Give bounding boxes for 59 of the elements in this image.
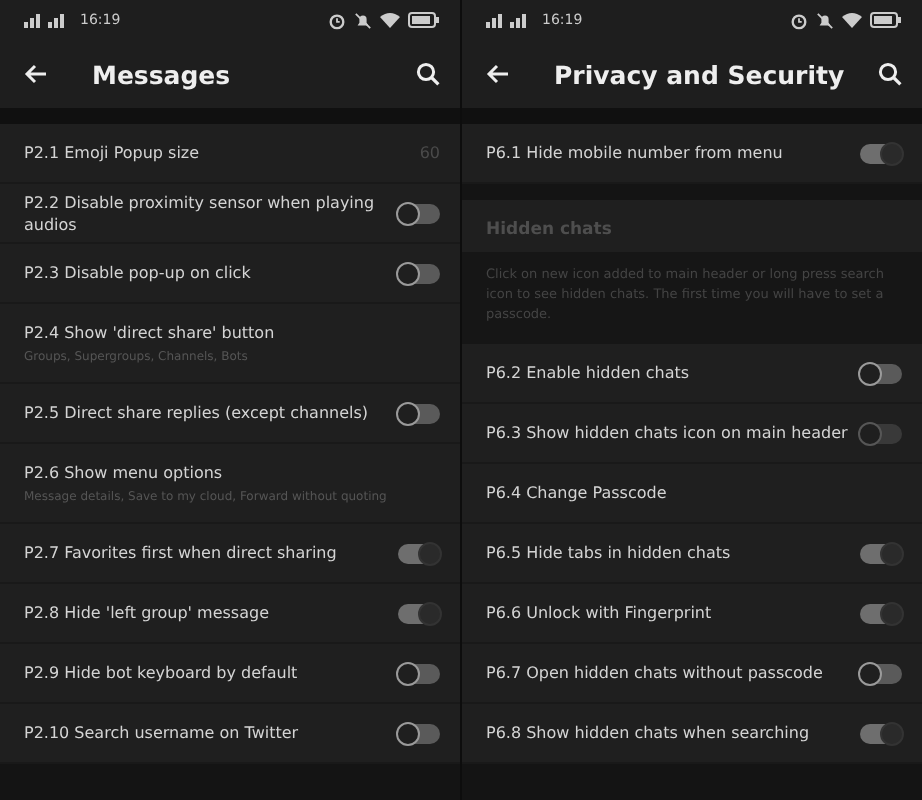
wifi-icon (842, 12, 862, 28)
setting-label: P6.2 Enable hidden chats (486, 362, 692, 384)
setting-label: P2.2 Disable proximity sensor when playing audios (24, 191, 377, 235)
search-icon[interactable] (878, 62, 902, 86)
settings-row[interactable]: P2.2 Disable proximity sensor when playing audios (0, 184, 460, 244)
toggle-switch[interactable] (860, 723, 902, 743)
mute-bell-icon (354, 11, 372, 29)
toggle-switch[interactable] (860, 143, 902, 163)
setting-label: P2.9 Hide bot keyboard by default (24, 662, 300, 684)
toggle-switch[interactable] (398, 723, 440, 743)
setting-label: P6.8 Show hidden chats when searching (486, 722, 812, 744)
search-icon[interactable] (416, 62, 440, 86)
back-arrow-icon[interactable] (486, 64, 510, 84)
setting-label: P6.1 Hide mobile number from menu (486, 142, 785, 164)
setting-label: P2.6 Show menu options (24, 462, 225, 484)
setting-label: P2.8 Hide 'left group' message (24, 602, 271, 624)
toggle-switch[interactable] (860, 663, 902, 683)
settings-row[interactable]: P6.8 Show hidden chats when searching (462, 704, 922, 764)
settings-row[interactable]: P6.4 Change Passcode (462, 464, 922, 524)
toggle-switch[interactable] (860, 603, 902, 623)
battery-icon (408, 12, 440, 28)
wifi-icon (380, 12, 400, 28)
setting-label: P6.5 Hide tabs in hidden chats (486, 542, 733, 564)
toggle-switch[interactable] (860, 543, 902, 563)
alarm-icon (790, 11, 808, 29)
toggle-switch[interactable] (398, 203, 440, 223)
setting-label: P6.4 Change Passcode (486, 482, 669, 504)
toggle-switch[interactable] (398, 603, 440, 623)
setting-label: P6.6 Unlock with Fingerprint (486, 602, 714, 624)
settings-row[interactable]: P2.5 Direct share replies (except channels) (0, 384, 460, 444)
settings-row[interactable]: P2.10 Search username on Twitter (0, 704, 460, 764)
settings-row[interactable]: P6.2 Enable hidden chats (462, 344, 922, 404)
alarm-icon (328, 11, 346, 29)
screen-title: Privacy and Security (554, 59, 847, 89)
settings-row[interactable]: P2.8 Hide 'left group' message (0, 584, 460, 644)
mute-bell-icon (816, 11, 834, 29)
setting-label: P6.7 Open hidden chats without passcode (486, 662, 825, 684)
settings-row[interactable]: P6.6 Unlock with Fingerprint (462, 584, 922, 644)
setting-label: P2.10 Search username on Twitter (24, 722, 301, 744)
settings-row[interactable]: P6.1 Hide mobile number from menu (462, 124, 922, 184)
setting-label: P2.1 Emoji Popup size (24, 142, 202, 164)
toggle-switch[interactable] (398, 403, 440, 423)
settings-row[interactable]: P2.9 Hide bot keyboard by default (0, 644, 460, 704)
settings-row[interactable]: P2.3 Disable pop-up on click (0, 244, 460, 304)
settings-row[interactable]: P2.7 Favorites first when direct sharing (0, 524, 460, 584)
setting-label: P2.4 Show 'direct share' button (24, 322, 277, 344)
settings-row[interactable]: P6.5 Hide tabs in hidden chats (462, 524, 922, 584)
back-arrow-icon[interactable] (24, 64, 48, 84)
toggle-switch[interactable] (398, 263, 440, 283)
battery-icon (870, 12, 902, 28)
setting-label: P2.7 Favorites first when direct sharing (24, 542, 339, 564)
setting-label: P2.5 Direct share replies (except channels) (24, 402, 371, 424)
settings-row[interactable]: P6.7 Open hidden chats without passcode (462, 644, 922, 704)
toggle-switch[interactable] (398, 543, 440, 563)
setting-label: P6.3 Show hidden chats icon on main header (486, 422, 848, 444)
toggle-switch[interactable] (860, 363, 902, 383)
screen-title: Messages (92, 59, 233, 89)
setting-label: P2.3 Disable pop-up on click (24, 262, 253, 284)
toggle-switch[interactable] (398, 663, 440, 683)
